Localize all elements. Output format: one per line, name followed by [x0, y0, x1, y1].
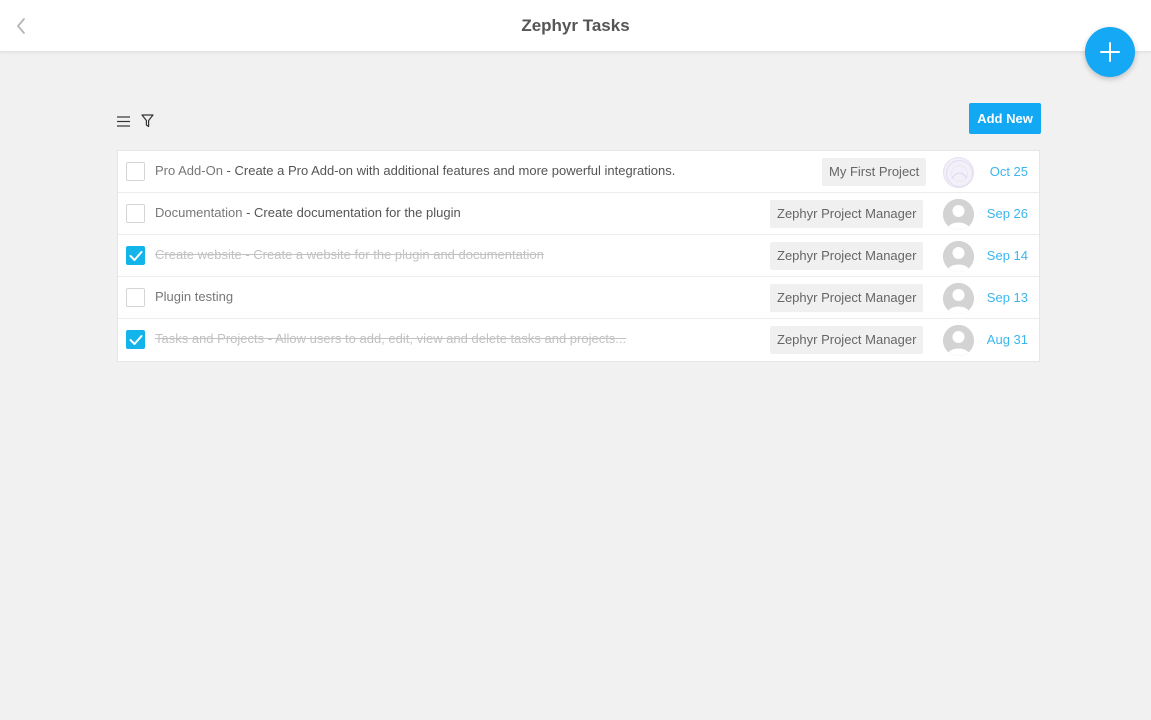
plus-icon — [1100, 42, 1120, 62]
task-title: Plugin testing — [155, 289, 234, 304]
task-description: Create a Pro Add-on with additional feat… — [234, 163, 676, 178]
task-title: Documentation — [155, 205, 243, 220]
task-title: Create website — [155, 247, 242, 262]
default-user-avatar-icon — [943, 283, 974, 314]
task-description: Create a website for the plugin and docu… — [253, 247, 544, 262]
menu-button[interactable] — [115, 113, 131, 129]
due-date[interactable]: Sep 13 — [987, 290, 1028, 305]
task-separator: - — [264, 331, 275, 346]
task-row[interactable]: Documentation - Create documentation for… — [118, 193, 1039, 235]
filter-button[interactable] — [139, 112, 155, 129]
project-tag[interactable]: My First Project — [822, 158, 927, 186]
task-text[interactable]: Documentation - Create documentation for… — [155, 205, 461, 220]
task-checkbox[interactable] — [126, 162, 145, 181]
task-checkbox[interactable] — [126, 288, 145, 307]
default-user-avatar-icon — [943, 325, 974, 356]
filter-icon — [140, 113, 154, 127]
task-title: Pro Add-On — [155, 163, 223, 178]
checkmark-icon — [129, 334, 142, 345]
task-description: Allow users to add, edit, view and delet… — [274, 331, 627, 346]
task-row[interactable]: Tasks and Projects - Allow users to add,… — [118, 319, 1039, 361]
task-description: Create documentation for the plugin — [254, 205, 461, 220]
task-checkbox[interactable] — [126, 204, 145, 223]
project-tag[interactable]: Zephyr Project Manager — [770, 284, 924, 312]
due-date[interactable]: Sep 14 — [987, 248, 1028, 263]
task-row[interactable]: Create website - Create a website for th… — [118, 235, 1039, 277]
task-text[interactable]: Pro Add-On - Create a Pro Add-on with ad… — [155, 163, 675, 178]
due-date[interactable]: Sep 26 — [987, 206, 1028, 221]
task-row[interactable]: Pro Add-On - Create a Pro Add-on with ad… — [118, 151, 1039, 193]
task-text[interactable]: Plugin testing — [155, 289, 233, 304]
top-bar: Zephyr Tasks — [0, 0, 1151, 52]
create-fab-button[interactable] — [1085, 27, 1135, 77]
project-tag[interactable]: Zephyr Project Manager — [770, 326, 924, 354]
task-checkbox-checked[interactable] — [126, 246, 145, 265]
default-user-avatar-icon — [943, 199, 974, 230]
checkmark-icon — [129, 250, 142, 261]
task-list: Pro Add-On - Create a Pro Add-on with ad… — [117, 150, 1040, 362]
custom-avatar-icon — [943, 157, 974, 188]
due-date[interactable]: Oct 25 — [990, 164, 1028, 179]
task-separator: - — [241, 247, 254, 262]
add-new-button[interactable]: Add New — [969, 103, 1041, 134]
project-tag[interactable]: Zephyr Project Manager — [770, 200, 924, 228]
default-user-avatar-icon — [943, 241, 974, 272]
project-tag[interactable]: Zephyr Project Manager — [770, 242, 924, 270]
task-title: Tasks and Projects — [155, 331, 265, 346]
due-date[interactable]: Aug 31 — [987, 332, 1028, 347]
task-row[interactable]: Plugin testing Zephyr Project Manager Se… — [118, 277, 1039, 319]
task-text[interactable]: Create website - Create a website for th… — [155, 247, 544, 262]
task-checkbox-checked[interactable] — [126, 330, 145, 349]
task-text[interactable]: Tasks and Projects - Allow users to add,… — [155, 331, 626, 346]
hamburger-menu-icon — [116, 115, 130, 127]
task-separator: - — [222, 163, 235, 178]
task-separator: - — [242, 205, 255, 220]
page-title: Zephyr Tasks — [521, 16, 630, 35]
